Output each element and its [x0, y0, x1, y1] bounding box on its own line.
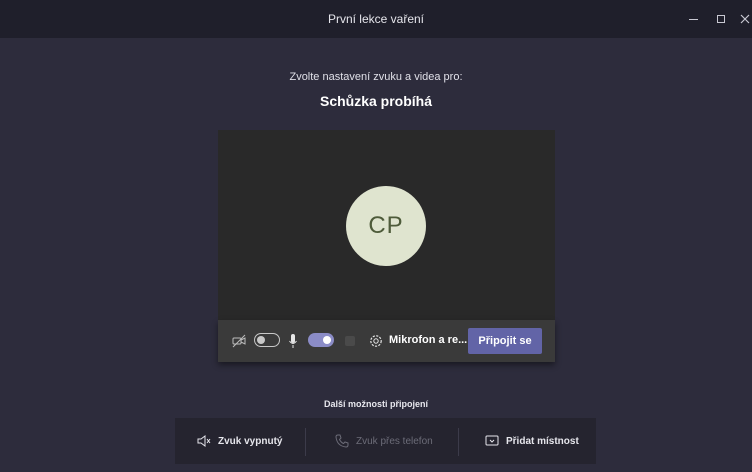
gear-icon[interactable]	[368, 333, 384, 349]
prejoin-subtitle: Zvolte nastavení zvuku a videa pro:	[289, 71, 463, 83]
minimize-button[interactable]	[678, 0, 708, 38]
add-room-option[interactable]: Přidat místnost	[485, 418, 579, 464]
maximize-icon	[717, 15, 725, 23]
more-options-title: Další možnosti připojení	[323, 399, 428, 409]
phone-audio-label: Zvuk přes telefon	[356, 435, 433, 447]
join-options-bar: Zvuk vypnutý Zvuk přes telefon Přidat mí…	[175, 418, 596, 464]
toggle-knob	[323, 336, 331, 344]
phone-icon	[335, 434, 349, 448]
minimize-icon	[688, 18, 698, 20]
window-title: První lekce vaření	[327, 12, 425, 26]
speaker-off-icon	[197, 435, 211, 447]
device-settings-label[interactable]: Mikrofon a re...	[389, 334, 467, 346]
camera-toggle[interactable]	[254, 333, 280, 347]
meeting-title: Schůzka probíhá	[319, 93, 433, 109]
microphone-icon	[289, 334, 297, 348]
close-icon	[740, 14, 750, 24]
audio-off-option[interactable]: Zvuk vypnutý	[197, 418, 282, 464]
title-bar: První lekce vaření	[0, 0, 752, 38]
audio-off-label: Zvuk vypnutý	[218, 435, 283, 447]
background-blur-icon[interactable]	[345, 336, 355, 346]
divider	[458, 428, 459, 456]
join-button[interactable]: Připojit se	[468, 328, 542, 354]
microphone-toggle[interactable]	[308, 333, 334, 347]
device-controls-bar: Mikrofon a re... Připojit se	[218, 320, 555, 362]
add-room-label: Přidat místnost	[506, 435, 579, 447]
toggle-knob	[257, 336, 265, 344]
phone-audio-option[interactable]: Zvuk přes telefon	[335, 418, 433, 464]
room-icon	[485, 435, 499, 446]
avatar: CP	[346, 186, 426, 266]
close-button[interactable]	[730, 0, 752, 38]
camera-off-icon	[232, 334, 246, 348]
divider	[305, 428, 306, 456]
